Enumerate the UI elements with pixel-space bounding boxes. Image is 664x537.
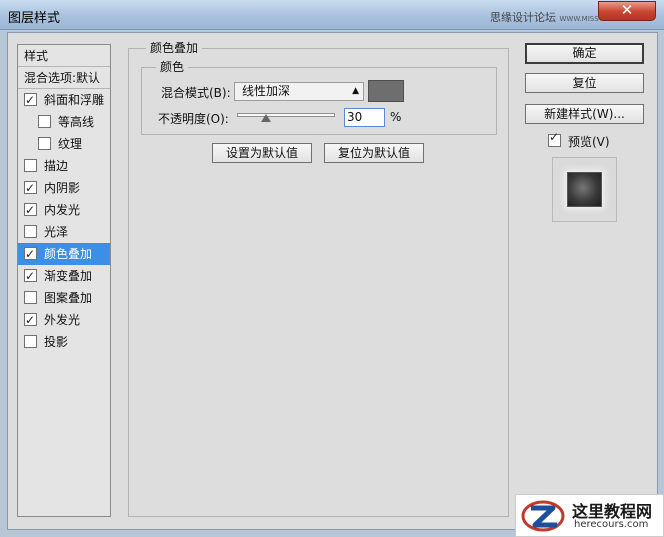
ok-label: 确定: [572, 46, 597, 60]
herecours-logo-icon: [521, 500, 565, 532]
style-item-checkbox[interactable]: [24, 335, 37, 348]
preview-thumbnail: [567, 172, 602, 207]
close-icon: ✕: [620, 1, 634, 19]
panel-title: 颜色叠加: [146, 39, 203, 56]
styles-header[interactable]: 样式: [18, 45, 110, 67]
style-item[interactable]: 渐变叠加: [18, 265, 110, 287]
overlay-color-swatch[interactable]: [368, 80, 404, 102]
preview-toggle[interactable]: 预览(V): [548, 130, 618, 150]
preview-label: 预览(V): [568, 135, 610, 149]
style-item[interactable]: 图案叠加: [18, 287, 110, 309]
style-item-label: 内阴影: [44, 181, 81, 195]
style-item-checkbox[interactable]: [24, 159, 37, 172]
color-group-title: 颜色: [156, 58, 189, 75]
blend-mode-value: 线性加深: [242, 84, 291, 98]
style-item-label: 投影: [44, 335, 69, 349]
preview-checkbox[interactable]: [548, 130, 561, 147]
site-watermark-text: 思缘设计论坛: [490, 11, 556, 24]
style-item[interactable]: 斜面和浮雕: [18, 89, 110, 111]
opacity-unit: %: [390, 110, 402, 124]
style-item-label: 图案叠加: [44, 291, 93, 305]
style-item-checkbox[interactable]: [24, 199, 37, 221]
style-item-checkbox[interactable]: [24, 225, 37, 238]
opacity-label: 不透明度(O):: [158, 112, 229, 126]
style-item-checkbox[interactable]: [24, 243, 37, 265]
style-item[interactable]: 纹理: [18, 133, 110, 155]
styles-header-label: 样式: [24, 49, 49, 63]
blending-options-item[interactable]: 混合选项:默认: [18, 67, 110, 89]
style-item-label: 内发光: [44, 203, 81, 217]
blending-options-label: 混合选项:默认: [24, 71, 101, 85]
site-logo-watermark: 这里教程网 herecours.com: [515, 494, 664, 537]
style-item-label: 颜色叠加: [44, 247, 93, 261]
style-item[interactable]: 内阴影: [18, 177, 110, 199]
title-bar: 图层样式 思缘设计论坛 WWW.MISSYUAN.COM ✕: [0, 0, 664, 30]
styles-list: 样式 混合选项:默认 斜面和浮雕等高线纹理描边内阴影内发光光泽颜色叠加渐变叠加图…: [17, 44, 111, 517]
close-button[interactable]: ✕: [598, 1, 656, 21]
updown-arrow-icon: ▲: [352, 86, 359, 96]
ok-button[interactable]: 确定: [525, 43, 644, 64]
style-item[interactable]: 等高线: [18, 111, 110, 133]
style-item[interactable]: 外发光: [18, 309, 110, 331]
opacity-slider[interactable]: [237, 113, 335, 117]
style-item-checkbox[interactable]: [24, 265, 37, 287]
style-item-label: 等高线: [58, 115, 95, 129]
style-item-checkbox[interactable]: [24, 177, 37, 199]
reset-default-button[interactable]: 复位为默认值: [324, 143, 424, 163]
style-item[interactable]: 描边: [18, 155, 110, 177]
style-item-checkbox[interactable]: [38, 137, 51, 150]
set-default-label: 设置为默认值: [225, 146, 298, 160]
blend-mode-label: 混合模式(B):: [161, 86, 231, 100]
style-item-checkbox[interactable]: [24, 291, 37, 304]
opacity-value: 30: [347, 110, 363, 124]
style-item-label: 外发光: [44, 313, 81, 327]
opacity-slider-thumb[interactable]: [261, 114, 272, 122]
style-item-label: 描边: [44, 159, 69, 173]
new-style-button[interactable]: 新建样式(W)...: [525, 104, 644, 124]
opacity-input[interactable]: 30: [344, 108, 385, 127]
style-item-label: 光泽: [44, 225, 69, 239]
style-item[interactable]: 光泽: [18, 221, 110, 243]
style-item-label: 斜面和浮雕: [44, 93, 105, 107]
blend-mode-select[interactable]: 线性加深 ▲: [234, 82, 364, 101]
window-title: 图层样式: [8, 11, 61, 26]
style-item-checkbox[interactable]: [38, 115, 51, 128]
style-item[interactable]: 颜色叠加: [18, 243, 110, 265]
reset-button[interactable]: 复位: [525, 73, 644, 93]
watermark-url: herecours.com: [574, 519, 649, 530]
style-item[interactable]: 内发光: [18, 199, 110, 221]
new-style-label: 新建样式(W)...: [544, 107, 625, 121]
style-item[interactable]: 投影: [18, 331, 110, 353]
style-item-label: 纹理: [58, 137, 83, 151]
set-default-button[interactable]: 设置为默认值: [212, 143, 312, 163]
reset-default-label: 复位为默认值: [337, 146, 410, 160]
reset-label: 复位: [572, 76, 597, 90]
style-item-label: 渐变叠加: [44, 269, 93, 283]
style-item-checkbox[interactable]: [24, 89, 37, 111]
style-item-checkbox[interactable]: [24, 309, 37, 331]
